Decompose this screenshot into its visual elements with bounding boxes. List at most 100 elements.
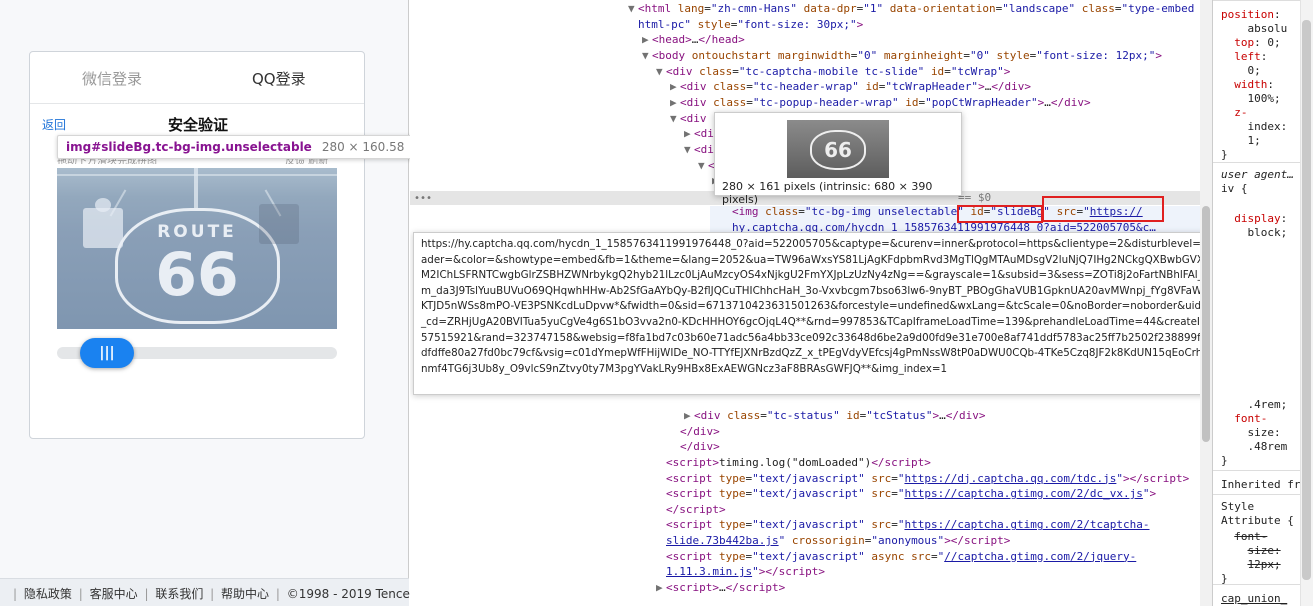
style-declaration[interactable]: Style bbox=[1221, 500, 1254, 513]
image-thumbnail: 66 bbox=[787, 120, 889, 178]
dom-node-row[interactable]: </div> bbox=[670, 439, 720, 454]
style-declaration[interactable]: } bbox=[1221, 454, 1228, 467]
tab-wechat-login[interactable]: 微信登录 bbox=[82, 68, 142, 89]
tooltip-size: 280 × 160.58 bbox=[321, 140, 405, 154]
style-declaration[interactable]: font- bbox=[1221, 530, 1267, 543]
expand-toggle-icon[interactable]: ▼ bbox=[642, 48, 652, 63]
dom-node-row[interactable]: ▼ <body ontouchstart marginwidth="0" marg… bbox=[642, 48, 1162, 63]
expand-toggle-icon[interactable]: ▼ bbox=[698, 158, 708, 173]
style-declaration[interactable]: size: bbox=[1221, 544, 1281, 557]
style-declaration[interactable]: block; bbox=[1221, 226, 1287, 239]
dom-node-row[interactable]: ▶ <script>…</script> bbox=[656, 580, 785, 595]
dom-node-row[interactable]: ▶ <div class="tc-header-wrap" id="tcWrapH… bbox=[670, 79, 1031, 94]
thumbnail-shield: 66 bbox=[810, 130, 866, 170]
dollar-zero-marker: == $0 bbox=[958, 191, 992, 204]
puzzle-piece-tab bbox=[95, 198, 111, 212]
captcha-page: 微信登录 QQ登录 返回 安全验证 拖动下方滑块完成拼图 反馈 刷新 ROUTE … bbox=[0, 0, 422, 606]
footer-copyright: ©1998 - 2019 Tencent bbox=[286, 587, 423, 601]
dom-node-row[interactable]: <script>timing.log("domLoaded")</script> bbox=[656, 455, 931, 470]
style-declaration[interactable]: cap_union_ bbox=[1221, 592, 1287, 605]
tab-qq-login[interactable]: QQ登录 bbox=[252, 68, 306, 89]
style-declaration[interactable]: } bbox=[1221, 148, 1228, 161]
devtools-elements-panel: ••• ▼ <html lang="zh-cmn-Hans" data-dpr="… bbox=[410, 0, 1212, 606]
style-declaration[interactable]: .4rem; bbox=[1221, 398, 1287, 411]
style-declaration[interactable]: iv { bbox=[1221, 182, 1248, 195]
expand-toggle-icon[interactable]: ▼ bbox=[656, 64, 666, 79]
element-inspect-tooltip: img#slideBg.tc-bg-img.unselectable 280 × … bbox=[57, 135, 414, 159]
footer-link-contact[interactable]: 联系我们 bbox=[155, 587, 203, 601]
dom-node-row[interactable]: ▶ <div class="tc-popup-header-wrap" id="p… bbox=[670, 95, 1091, 110]
footer-separator: | bbox=[144, 587, 149, 601]
footer-separator: | bbox=[78, 587, 83, 601]
expand-toggle-icon[interactable]: ▶ bbox=[670, 79, 680, 94]
style-declaration[interactable]: } bbox=[1221, 572, 1228, 585]
style-declaration[interactable]: Attribute { bbox=[1221, 514, 1294, 527]
styles-pane: position: absolu top: 0; left: 0; width:… bbox=[1212, 0, 1313, 606]
dom-node-row[interactable]: ▼<div c bbox=[670, 111, 720, 126]
dom-node-row[interactable]: </div> bbox=[670, 424, 720, 439]
expand-toggle-icon[interactable]: ▶ bbox=[656, 580, 666, 595]
dom-node-row[interactable]: <script type="text/javascript" src="http… bbox=[656, 486, 1156, 501]
login-tabs: 微信登录 QQ登录 bbox=[30, 52, 364, 104]
route-text: ROUTE bbox=[157, 222, 237, 242]
highlight-box-src bbox=[1042, 196, 1164, 222]
style-declaration[interactable]: 1; bbox=[1221, 134, 1260, 147]
image-dimensions: 280 × 161 pixels (intrinsic: 680 × 390 p… bbox=[722, 180, 933, 206]
slide-background-image: ROUTE 66 bbox=[57, 168, 337, 329]
footer-separator: | bbox=[210, 587, 215, 601]
slider-knob[interactable]: ||| bbox=[80, 338, 134, 368]
style-declaration[interactable]: z- bbox=[1221, 106, 1247, 119]
more-icon[interactable]: ••• bbox=[414, 193, 432, 204]
style-declaration[interactable]: .48rem bbox=[1221, 440, 1287, 453]
style-declaration[interactable]: size: bbox=[1221, 426, 1280, 439]
footer-link-support[interactable]: 客服中心 bbox=[90, 587, 138, 601]
style-declaration[interactable]: top: 0; bbox=[1221, 36, 1280, 49]
dom-node-row[interactable]: </script> bbox=[656, 502, 726, 517]
url-popup: https://hy.captcha.qq.com/hycdn_1_158576… bbox=[413, 232, 1212, 395]
highlight-box-id bbox=[957, 205, 1043, 223]
style-declaration[interactable]: 0; bbox=[1221, 64, 1260, 77]
verify-title: 安全验证 bbox=[167, 116, 228, 134]
style-declaration[interactable]: 12px; bbox=[1221, 558, 1281, 571]
expand-toggle-icon[interactable]: ▶ bbox=[684, 126, 694, 141]
expand-toggle-icon[interactable]: ▶ bbox=[684, 408, 694, 423]
dom-node-row[interactable]: 1.11.3.min.js"></script> bbox=[656, 564, 825, 579]
puzzle-piece-slot bbox=[83, 208, 123, 248]
style-declaration[interactable]: position: bbox=[1221, 8, 1281, 21]
expand-toggle-icon[interactable]: ▼ bbox=[628, 1, 638, 16]
dom-node-row[interactable]: html-pc" style="font-size: 30px;"> bbox=[628, 17, 863, 32]
style-declaration[interactable]: 100%; bbox=[1221, 92, 1280, 105]
style-declaration[interactable]: user agent… bbox=[1221, 168, 1294, 181]
route-number: 66 bbox=[155, 240, 239, 310]
tooltip-selector: img#slideBg.tc-bg-img.unselectable bbox=[66, 140, 312, 154]
style-declaration[interactable]: width: bbox=[1221, 78, 1274, 91]
footer-link-privacy[interactable]: 隐私政策 bbox=[24, 587, 72, 601]
style-declaration[interactable]: display: bbox=[1221, 212, 1287, 225]
login-card: 微信登录 QQ登录 返回 安全验证 拖动下方滑块完成拼图 反馈 刷新 ROUTE … bbox=[29, 51, 365, 439]
style-declaration[interactable]: index: bbox=[1221, 120, 1287, 133]
expand-toggle-icon[interactable]: ▶ bbox=[670, 95, 680, 110]
dom-scrollbar-thumb[interactable] bbox=[1202, 206, 1210, 442]
style-declaration[interactable]: left: bbox=[1221, 50, 1267, 63]
expand-toggle-icon[interactable]: ▶ bbox=[642, 32, 652, 47]
dom-node-row[interactable]: ▶ <div class="tc-status" id="tcStatus">…<… bbox=[684, 408, 985, 423]
footer-separator: | bbox=[275, 587, 280, 601]
style-declaration[interactable]: font- bbox=[1221, 412, 1267, 425]
style-declaration[interactable]: Inherited fr… bbox=[1221, 478, 1307, 491]
styles-scrollbar-thumb[interactable] bbox=[1302, 20, 1311, 580]
dom-node-row[interactable]: <script type="text/javascript" src="http… bbox=[656, 517, 1150, 532]
page-footer: | 隐私政策 | 客服中心 | 联系我们 | 帮助中心 | ©1998 - 20… bbox=[0, 578, 422, 606]
dom-node-row[interactable]: <script type="text/javascript" src="http… bbox=[656, 471, 1189, 486]
footer-link-help[interactable]: 帮助中心 bbox=[221, 587, 269, 601]
dom-node-row[interactable]: <script type="text/javascript" async src… bbox=[656, 549, 1136, 564]
footer-separator: | bbox=[13, 587, 18, 601]
expand-toggle-icon[interactable]: ▼ bbox=[684, 142, 694, 157]
image-preview-popup: 66 280 × 161 pixels (intrinsic: 680 × 39… bbox=[714, 112, 962, 206]
style-declaration[interactable]: absolu bbox=[1221, 22, 1287, 35]
dom-node-row[interactable]: ▼ <div class="tc-captcha-mobile tc-slide"… bbox=[656, 64, 1010, 79]
puzzle-target-slot bbox=[259, 204, 299, 244]
dom-node-row[interactable]: ▼ <html lang="zh-cmn-Hans" data-dpr="1" d… bbox=[628, 1, 1194, 16]
expand-toggle-icon[interactable]: ▼ bbox=[670, 111, 680, 126]
dom-node-row[interactable]: ▶ <head>…</head> bbox=[642, 32, 745, 47]
dom-node-row[interactable]: slide.73b442ba.js" crossorigin="anonymou… bbox=[656, 533, 1010, 548]
